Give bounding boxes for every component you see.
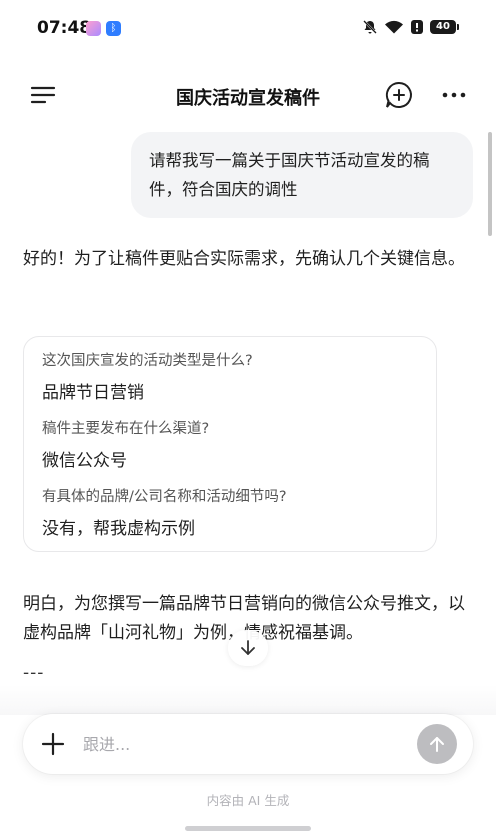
bluetooth-icon: ᛒ bbox=[106, 21, 121, 36]
scroll-to-bottom-button[interactable] bbox=[228, 630, 268, 666]
arrow-up-icon bbox=[430, 737, 444, 752]
clarification-card: 这次国庆宣发的活动类型是什么? 品牌节日营销 稿件主要发布在什么渠道? 微信公众… bbox=[23, 336, 437, 552]
chat-input-bar bbox=[23, 714, 473, 774]
chat-scrollbar[interactable] bbox=[488, 132, 492, 236]
arrow-down-icon bbox=[241, 640, 255, 655]
ai-disclaimer: 内容由 AI 生成 bbox=[206, 793, 290, 808]
message-input[interactable] bbox=[83, 728, 403, 760]
status-indicators: 40 bbox=[362, 19, 459, 35]
home-indicator[interactable] bbox=[185, 826, 311, 831]
status-bar: 07:48 ᛒ 40 bbox=[0, 0, 496, 58]
page-title: 国庆活动宣发稿件 bbox=[176, 88, 320, 109]
qa-item: 有具体的品牌/公司名称和活动细节吗? 没有，帮我虚构示例 bbox=[42, 485, 418, 543]
send-button[interactable] bbox=[417, 724, 457, 764]
chat-header: 国庆活动宣发稿件 bbox=[0, 70, 496, 120]
markdown-divider: --- bbox=[23, 663, 45, 683]
qa-question: 稿件主要发布在什么渠道? bbox=[42, 421, 210, 437]
status-time: 07:48 bbox=[37, 18, 92, 38]
wifi-icon bbox=[385, 20, 403, 34]
mute-icon bbox=[363, 20, 377, 34]
qa-question: 有具体的品牌/公司名称和活动细节吗? bbox=[42, 489, 287, 505]
qa-answer: 品牌节日营销 bbox=[42, 383, 144, 403]
qa-question: 这次国庆宣发的活动类型是什么? bbox=[42, 353, 253, 369]
qa-answer: 没有，帮我虚构示例 bbox=[42, 519, 195, 539]
bottom-fade bbox=[0, 685, 496, 715]
more-icon[interactable] bbox=[440, 82, 468, 108]
new-chat-icon[interactable] bbox=[384, 80, 414, 110]
user-message-bubble: 请帮我写一篇关于国庆节活动宣发的稿件，符合国庆的调性 bbox=[131, 132, 473, 218]
assistant-intro-text: 好的！为了让稿件更贴合实际需求，先确认几个关键信息。 bbox=[23, 249, 465, 269]
qa-item: 这次国庆宣发的活动类型是什么? 品牌节日营销 bbox=[42, 349, 418, 407]
qa-answer: 微信公众号 bbox=[42, 451, 127, 471]
app-notification-icon bbox=[86, 21, 101, 36]
alert-icon bbox=[411, 20, 423, 34]
plus-icon[interactable] bbox=[41, 732, 65, 756]
qa-item: 稿件主要发布在什么渠道? 微信公众号 bbox=[42, 417, 418, 475]
battery-icon: 40 bbox=[430, 20, 459, 34]
